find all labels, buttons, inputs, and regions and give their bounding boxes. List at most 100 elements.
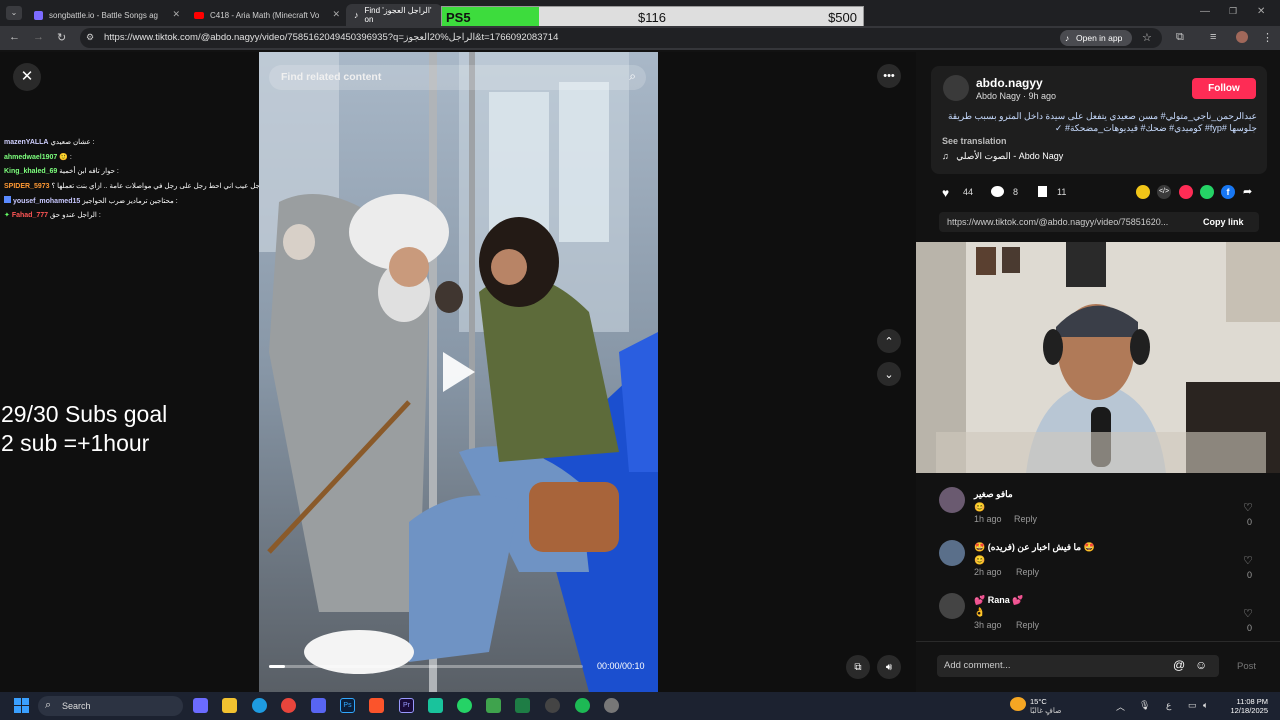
photoshop-icon[interactable]: Ps [340, 698, 355, 713]
tab-youtube[interactable]: C418 - Aria Math (Minecraft Vo ✕ [186, 4, 346, 26]
clock-date[interactable]: 12/18/2025 [1226, 706, 1268, 715]
extensions-icon[interactable]: ⧉ [1176, 31, 1184, 44]
tray-chevron-icon[interactable]: ︿ [1116, 700, 1125, 713]
creator-username[interactable]: abdo.nagyy [976, 76, 1043, 90]
facebook-icon[interactable]: f [1221, 185, 1235, 199]
whatsapp-taskbar-icon[interactable] [457, 698, 472, 713]
premiere-icon[interactable]: Pr [399, 698, 414, 713]
comment-like-icon[interactable]: ♡ [1243, 607, 1253, 620]
file-explorer-icon[interactable] [222, 698, 237, 713]
tab-title: C418 - Aria Math (Minecraft Vo [210, 10, 320, 20]
whatsapp-icon[interactable] [1200, 185, 1214, 199]
chat-message: mazenYALLA عشان صعيدي : [4, 139, 95, 146]
comment-avatar[interactable] [939, 593, 965, 619]
brave-icon[interactable] [369, 698, 384, 713]
sound-row[interactable]: ♫ الصوت الأصلي - Abdo Nagy [942, 151, 1063, 162]
reload-icon[interactable]: ↻ [57, 31, 66, 44]
media-icon[interactable]: ≡ [1210, 31, 1216, 43]
microphone-icon[interactable]: 🎙︎ [1139, 700, 1150, 711]
bookmark-star-icon[interactable]: ☆ [1142, 31, 1152, 44]
comment-like-icon[interactable]: ♡ [1243, 554, 1253, 567]
tab-tiktok[interactable]: ♪ Find 'الراجل العجوز' on [346, 4, 442, 26]
minimize-icon[interactable]: — [1200, 6, 1210, 17]
chat-message: ahmedwael1907 🙂 : [4, 154, 72, 161]
close-tab-icon[interactable]: ✕ [332, 9, 340, 20]
comment-like-icon[interactable]: ♡ [1243, 501, 1253, 514]
volume-icon[interactable]: 🔊︎ [877, 655, 901, 679]
comment-text: 👌 [974, 607, 986, 617]
save-count: 11 [1057, 187, 1067, 197]
comment-author[interactable]: 🤩 ما فيش اخبار عن (فريده) 🤩 [974, 542, 1095, 553]
post-comment-button[interactable]: Post [1237, 661, 1256, 672]
comment-avatar[interactable] [939, 540, 965, 566]
play-icon[interactable] [443, 352, 475, 392]
video-seek-bar[interactable] [269, 665, 583, 668]
close-window-icon[interactable]: ✕ [1257, 6, 1265, 17]
close-tab-icon[interactable]: ✕ [172, 9, 180, 20]
reply-button[interactable]: Reply [1014, 514, 1037, 524]
video-player[interactable]: Find related content ⌕ 00:00/00:10 [259, 52, 658, 692]
pip-icon[interactable]: ⧉ [846, 655, 870, 679]
like-icon[interactable]: ♥ [942, 186, 949, 200]
creator-avatar[interactable] [943, 75, 969, 101]
comment-author[interactable]: 💕 Rana 💕 [974, 595, 1023, 606]
url-text: https://www.tiktok.com/@abdo.nagyy/video… [104, 32, 559, 43]
comment-author[interactable]: مافو صغير [974, 489, 1013, 500]
excel-icon[interactable] [515, 698, 530, 713]
open-in-app-button[interactable]: ♪ Open in app [1060, 30, 1132, 46]
next-video-icon[interactable]: ⌄ [877, 362, 901, 386]
teams-icon[interactable] [193, 698, 208, 713]
emoji-icon[interactable]: ☺ [1195, 658, 1207, 672]
emoji-share-icon[interactable] [1136, 185, 1150, 199]
mention-icon[interactable]: @ [1173, 658, 1185, 672]
chrome-icon[interactable] [281, 698, 296, 713]
obs-icon[interactable] [545, 698, 560, 713]
share-arrow-icon[interactable]: ➦ [1243, 185, 1252, 198]
bookmark-icon[interactable] [1038, 186, 1047, 197]
discord-icon[interactable] [311, 698, 326, 713]
back-icon[interactable]: ← [9, 31, 20, 43]
site-info-icon[interactable]: ⚙ [86, 32, 94, 43]
clock-time[interactable]: 11:08 PM [1232, 697, 1268, 706]
see-translation-link[interactable]: See translation [942, 136, 1007, 146]
follow-button[interactable]: Follow [1192, 78, 1256, 99]
chat-message: yousef_mohamed15 محتاجين ترماديز ضرب الح… [4, 196, 178, 205]
edge-icon[interactable] [252, 698, 267, 713]
more-options-icon[interactable]: ••• [877, 64, 901, 88]
send-friends-icon[interactable] [1179, 185, 1193, 199]
windows-start-icon[interactable] [14, 698, 29, 713]
reply-button[interactable]: Reply [1016, 620, 1039, 630]
spotify-icon[interactable] [575, 698, 590, 713]
forward-icon[interactable]: → [33, 31, 44, 43]
goal-current: $116 [638, 10, 666, 25]
weather-icon[interactable] [1010, 697, 1026, 711]
add-comment-input[interactable]: Add comment... @ ☺ [937, 655, 1219, 677]
close-video-button[interactable]: ✕ [13, 63, 41, 91]
profile-avatar[interactable] [1236, 31, 1248, 43]
search-icon[interactable]: ⌕ [629, 69, 636, 84]
previous-video-icon[interactable]: ⌃ [877, 329, 901, 353]
comment-time: 2h ago [974, 567, 1002, 577]
embed-icon[interactable]: </> [1157, 185, 1171, 199]
goal-target: $500 [828, 10, 857, 25]
language-indicator[interactable]: ع [1166, 700, 1171, 711]
settings-icon[interactable] [604, 698, 619, 713]
tab-title: songbattle.io - Battle Songs ag [49, 10, 158, 20]
taskbar-search[interactable]: ⌕ Search [38, 696, 183, 716]
streamer-webcam [916, 242, 1280, 473]
donation-goal-overlay: PS5 $116 $500 [441, 6, 864, 28]
network-icon[interactable]: ▭ [1188, 700, 1197, 711]
tab-list-button[interactable]: ⌄ [6, 6, 22, 20]
video-time: 00:00/00:10 [597, 661, 645, 671]
restore-icon[interactable]: ❐ [1229, 6, 1237, 17]
copy-link-button[interactable]: Copy link [1203, 217, 1244, 227]
menu-kebab-icon[interactable]: ⋮ [1262, 31, 1273, 44]
speaker-icon[interactable]: 🔈︎ [1203, 700, 1208, 711]
tab-songbattle[interactable]: songbattle.io - Battle Songs ag ✕ [26, 4, 186, 26]
search-related-input[interactable]: Find related content ⌕ [269, 65, 646, 90]
comment-icon[interactable] [991, 186, 1004, 197]
reply-button[interactable]: Reply [1016, 567, 1039, 577]
capcut-icon[interactable] [428, 698, 443, 713]
minecraft-icon[interactable] [486, 698, 501, 713]
comment-avatar[interactable] [939, 487, 965, 513]
